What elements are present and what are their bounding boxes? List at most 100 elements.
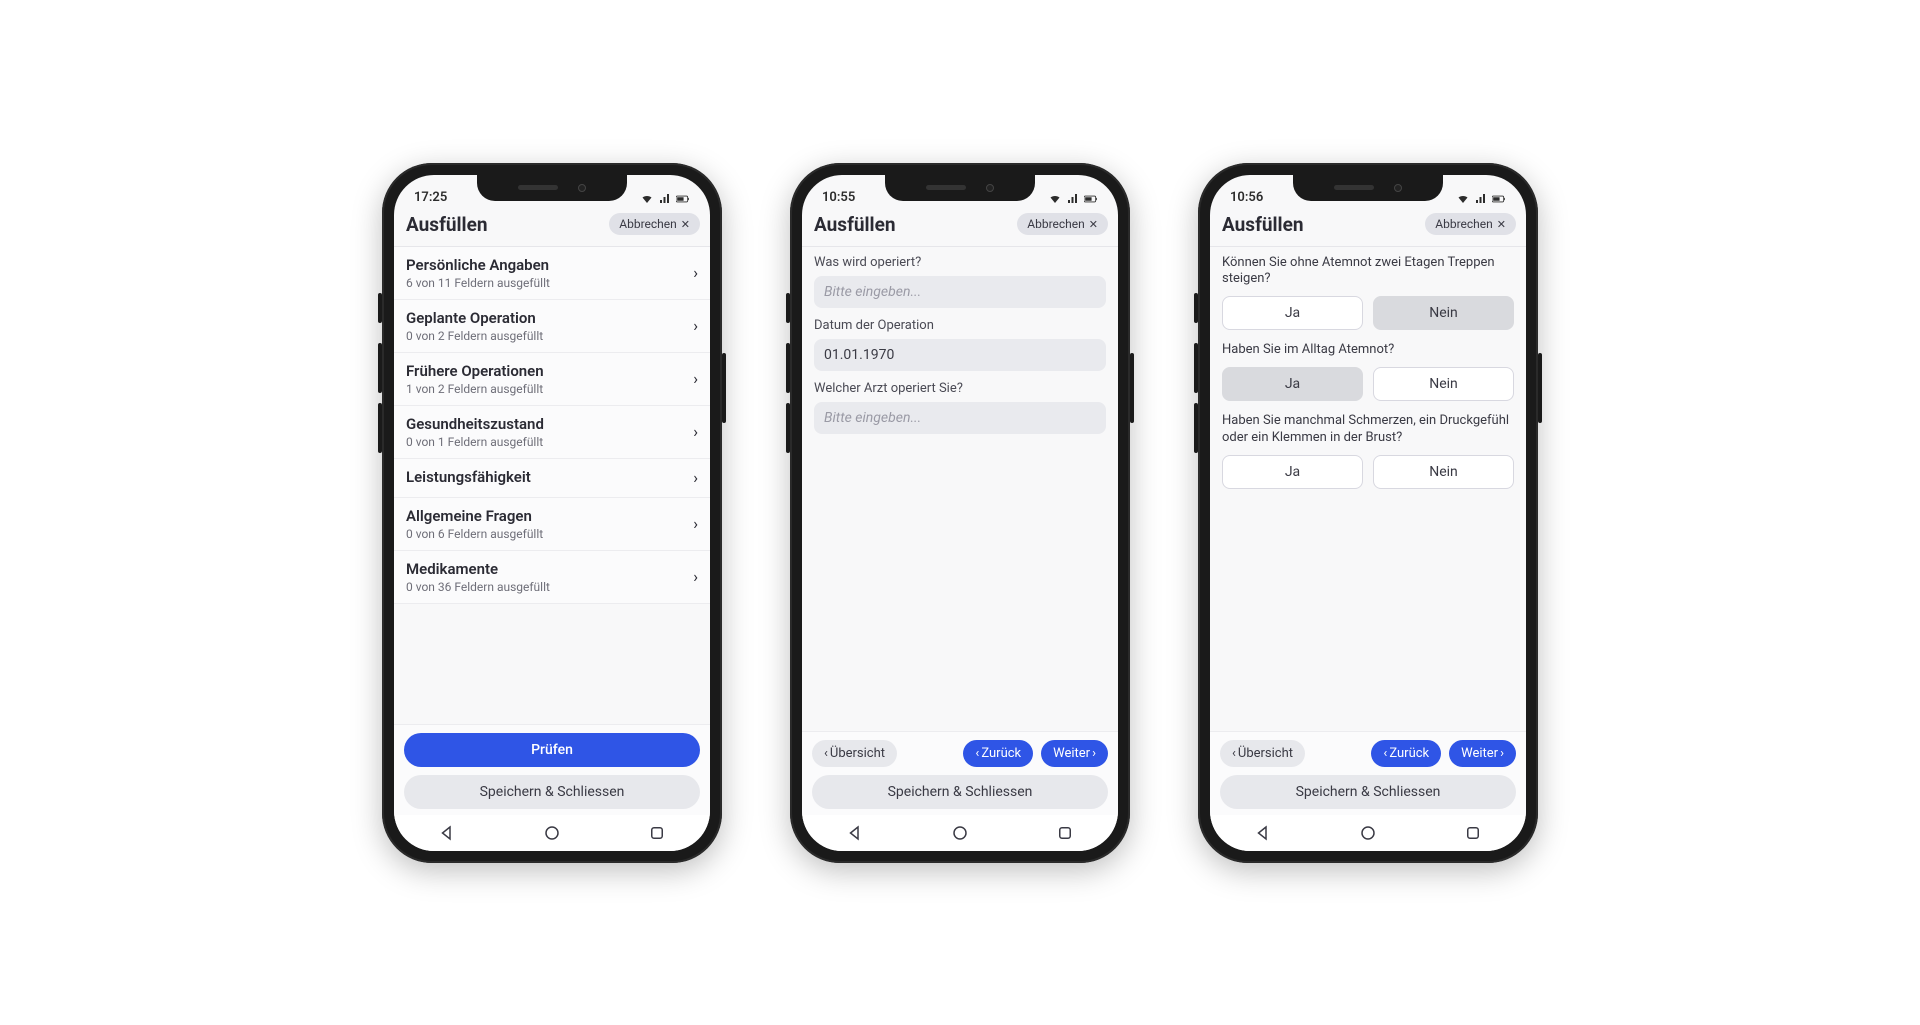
nav-recent-icon[interactable] [1056,824,1074,842]
phone-frame-3: 10:56 Ausfüllen Abbrechen ✕ Können Sie o… [1198,163,1538,863]
section-title: Leistungsfähigkeit [406,468,531,486]
notch [1293,175,1443,201]
nav-back-icon[interactable] [438,824,456,842]
save-close-button[interactable]: Speichern & Schliessen [1220,775,1516,809]
next-label: Weiter [1053,746,1090,761]
cancel-button[interactable]: Abbrechen ✕ [1425,213,1516,235]
field-input-what[interactable]: Bitte eingeben... [814,276,1106,308]
app-header: Ausfüllen Abbrechen ✕ [802,207,1118,247]
overview-button[interactable]: ‹ Übersicht [812,740,897,767]
wifi-icon [640,193,654,205]
chevron-right-icon: › [693,567,698,586]
section-item-medication[interactable]: Medikamente 0 von 36 Feldern ausgefüllt … [394,551,710,604]
cancel-button[interactable]: Abbrechen ✕ [609,213,700,235]
wifi-icon [1456,193,1470,205]
back-button[interactable]: ‹ Zurück [1371,740,1441,767]
signal-icon [1474,193,1488,205]
section-subtitle: 0 von 36 Feldern ausgefüllt [406,580,550,594]
section-item-planned-op[interactable]: Geplante Operation 0 von 2 Feldern ausge… [394,300,710,353]
footer: Prüfen Speichern & Schliessen [394,724,710,815]
chevron-left-icon: ‹ [975,746,979,761]
section-item-past-ops[interactable]: Frühere Operationen 1 von 2 Feldern ausg… [394,353,710,406]
android-nav-bar [394,815,710,851]
nav-home-icon[interactable] [543,824,561,842]
chevron-right-icon: › [693,263,698,282]
notch [885,175,1035,201]
phone-frame-1: 17:25 Ausfüllen Abbrechen ✕ Persönliche … [382,163,722,863]
battery-icon [1084,193,1098,205]
overview-button[interactable]: ‹ Übersicht [1220,740,1305,767]
section-subtitle: 1 von 2 Feldern ausgefüllt [406,382,544,396]
section-title: Medikamente [406,560,550,578]
close-icon: ✕ [1497,218,1506,231]
section-item-general[interactable]: Allgemeine Fragen 0 von 6 Feldern ausgef… [394,498,710,551]
page-title: Ausfüllen [814,213,895,236]
notch [477,175,627,201]
next-label: Weiter [1461,746,1498,761]
nav-home-icon[interactable] [1359,824,1377,842]
app-header: Ausfüllen Abbrechen ✕ [1210,207,1526,247]
back-button[interactable]: ‹ Zurück [963,740,1033,767]
section-title: Gesundheitszustand [406,415,544,433]
chevron-right-icon: › [693,468,698,487]
signal-icon [658,193,672,205]
sections-list: Persönliche Angaben 6 von 11 Feldern aus… [394,247,710,724]
status-icons [1048,193,1098,205]
back-label: Zurück [981,746,1021,761]
check-button[interactable]: Prüfen [404,733,700,767]
question-1: Können Sie ohne Atemnot zwei Etagen Trep… [1222,255,1514,289]
section-title: Allgemeine Fragen [406,507,543,525]
question-2: Haben Sie im Alltag Atemnot? [1222,342,1514,359]
page-title: Ausfüllen [406,213,487,236]
save-close-button[interactable]: Speichern & Schliessen [812,775,1108,809]
chevron-right-icon: › [693,316,698,335]
section-item-performance[interactable]: Leistungsfähigkeit › [394,459,710,498]
chevron-right-icon: › [693,422,698,441]
section-item-personal[interactable]: Persönliche Angaben 6 von 11 Feldern aus… [394,247,710,300]
question-3: Haben Sie manchmal Schmerzen, ein Druckg… [1222,413,1514,447]
page-title: Ausfüllen [1222,213,1303,236]
status-time: 17:25 [414,190,447,205]
q3-yes-button[interactable]: Ja [1222,455,1363,489]
nav-recent-icon[interactable] [648,824,666,842]
cancel-button[interactable]: Abbrechen ✕ [1017,213,1108,235]
close-icon: ✕ [1089,218,1098,231]
q1-no-button[interactable]: Nein [1373,296,1514,330]
nav-back-icon[interactable] [846,824,864,842]
q2-yes-button[interactable]: Ja [1222,367,1363,401]
cancel-label: Abbrechen [1027,217,1085,231]
section-subtitle: 6 von 11 Feldern ausgefüllt [406,276,550,290]
next-button[interactable]: Weiter › [1041,740,1108,767]
section-title: Persönliche Angaben [406,256,550,274]
status-time: 10:56 [1230,190,1263,205]
section-subtitle: 0 von 1 Feldern ausgefüllt [406,435,544,449]
save-close-button[interactable]: Speichern & Schliessen [404,775,700,809]
q2-no-button[interactable]: Nein [1373,367,1514,401]
chevron-right-icon: › [693,369,698,388]
android-nav-bar [802,815,1118,851]
nav-recent-icon[interactable] [1464,824,1482,842]
q3-no-button[interactable]: Nein [1373,455,1514,489]
close-icon: ✕ [681,218,690,231]
cancel-label: Abbrechen [1435,217,1493,231]
app-header: Ausfüllen Abbrechen ✕ [394,207,710,247]
field-input-date[interactable]: 01.01.1970 [814,339,1106,371]
section-title: Frühere Operationen [406,362,544,380]
save-close-label: Speichern & Schliessen [888,784,1033,800]
chevron-right-icon: › [693,514,698,533]
field-input-doctor[interactable]: Bitte eingeben... [814,402,1106,434]
section-item-health[interactable]: Gesundheitszustand 0 von 1 Feldern ausge… [394,406,710,459]
check-label: Prüfen [531,742,573,758]
q1-yes-button[interactable]: Ja [1222,296,1363,330]
field-label-date: Datum der Operation [814,318,1106,333]
wifi-icon [1048,193,1062,205]
chevron-left-icon: ‹ [1232,746,1236,761]
overview-label: Übersicht [830,746,885,761]
next-button[interactable]: Weiter › [1449,740,1516,767]
nav-back-icon[interactable] [1254,824,1272,842]
status-time: 10:55 [822,190,855,205]
android-nav-bar [1210,815,1526,851]
section-title: Geplante Operation [406,309,543,327]
battery-icon [1492,193,1506,205]
nav-home-icon[interactable] [951,824,969,842]
